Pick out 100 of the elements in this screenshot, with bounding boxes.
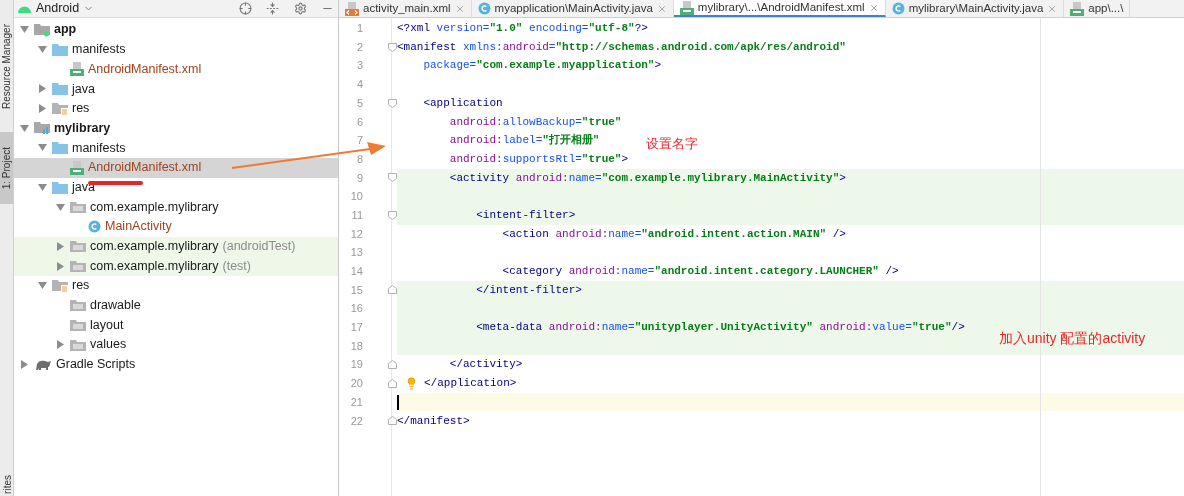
fold-marker-icon[interactable] [388,285,397,295]
tree-item[interactable]: java [14,79,338,99]
line-number: 15 [349,282,363,298]
text-caret [397,394,399,410]
close-icon[interactable] [454,3,465,14]
tree-item[interactable]: layout [14,315,338,335]
code-line: <manifest xmlns:android="http://schemas.android.com/apk/res/android" [397,39,846,55]
code-line: </intent-filter> [475,282,582,298]
fold-marker-icon[interactable] [388,42,397,52]
collapsed-arrow-icon[interactable] [55,340,65,350]
tree-item[interactable]: java [14,177,338,198]
line-number: 18 [349,338,363,354]
module-folder-icon [34,22,50,37]
tree-item[interactable]: AndroidManifest.xml [14,59,338,80]
line-number: 8 [355,151,363,167]
close-icon[interactable] [656,3,667,14]
tree-item[interactable]: values [14,335,338,355]
editor-tab[interactable]: app\...\ [1064,0,1131,17]
code-line: <meta-data android:name="unityplayer.UnityActivity" android:value="true"/> [475,320,965,336]
folder-icon [70,240,86,253]
settings-icon[interactable] [294,2,307,15]
manifest-file-icon [70,160,84,175]
tree-item[interactable]: res [14,98,338,119]
tree-item[interactable]: MainActivity [14,216,338,237]
annotation-text: 设置名字 [646,135,698,153]
line-number: 22 [349,413,363,429]
line-number: 5 [355,95,363,111]
folder-icon [70,299,86,312]
class-icon [891,2,905,15]
side-tab[interactable]: Resource Manager [0,2,13,132]
fold-marker-icon[interactable] [388,378,397,388]
line-number: 20 [349,376,363,392]
code-line: <intent-filter> [475,207,576,223]
view-selector[interactable]: Android [36,0,95,18]
close-icon[interactable] [868,2,879,13]
line-number: 9 [355,170,363,186]
side-tab[interactable]: 1: Project [0,132,13,204]
resource-folder-icon [52,101,68,116]
code-line: <category android:name="android.intent.category.LAUNCHER" /> [501,264,899,280]
line-number: 12 [349,226,363,242]
line-number: 3 [355,58,363,74]
line-number: 6 [355,114,363,130]
line-number: 13 [349,245,363,261]
class-icon [88,220,101,234]
lightbulb-icon[interactable] [405,376,418,390]
fold-marker-icon[interactable] [388,360,397,370]
line-number: 19 [349,357,363,373]
side-tab[interactable]: rites [0,475,13,494]
locate-icon[interactable] [239,2,252,15]
code-line: android:allowBackup="true" [448,114,622,130]
collapsed-arrow-icon[interactable] [19,360,29,370]
editor-tab[interactable]: activity_main.xml [339,0,472,17]
tree-item[interactable]: com.example.mylibrary [14,197,338,217]
line-number: 16 [349,301,363,317]
annotation-text: 加入unity 配置的activity [999,329,1146,348]
tree-item[interactable]: AndroidManifest.xml [14,157,338,178]
folder-icon [52,43,68,57]
code-line: </activity> [448,357,523,373]
fold-marker-icon[interactable] [388,173,397,183]
line-number: 4 [355,77,363,93]
tree-item[interactable]: Gradle Scripts [14,354,338,375]
folder-icon [70,201,86,214]
resource-folder-icon [52,278,68,293]
code-line: <?xml version="1.0" encoding="utf-8"?> [397,21,648,37]
manifest-file-icon [679,0,694,15]
tree-item[interactable]: drawable [14,295,338,316]
code-line: <action android:name="android.intent.action.MAIN" /> [501,226,846,242]
folder-icon [52,141,68,155]
tree-item[interactable]: manifests [14,39,338,60]
line-number: 17 [349,320,363,336]
editor-tab[interactable]: myapplication\MainActivity.java [471,0,674,17]
line-number: 10 [349,189,363,205]
tree-item[interactable]: manifests [14,138,338,158]
fold-marker-icon[interactable] [388,98,397,108]
tree-item[interactable]: com.example.mylibrary (androidTest) [14,236,338,257]
class-icon [477,2,491,15]
library-folder-icon [34,121,50,136]
close-icon[interactable] [1047,3,1058,14]
editor-tab[interactable]: mylibrary\MainActivity.java [885,0,1065,17]
code-line: </manifest> [397,413,470,429]
tree-item[interactable]: app [14,20,338,40]
collapse-icon[interactable] [266,2,279,15]
line-number: 1 [355,21,363,37]
editor-tab[interactable]: mylibrary\...\AndroidManifest.xml [673,0,886,17]
manifest-file-icon [70,62,84,77]
tree-item[interactable]: mylibrary [14,118,338,139]
tree-item[interactable]: res [14,275,338,296]
expanded-arrow-icon[interactable] [37,281,47,291]
code-line: android:label="打开相册" [448,132,600,149]
code-line: <application [422,95,503,111]
line-number: 14 [349,264,363,280]
line-number: 21 [349,394,363,410]
folder-icon [70,338,86,351]
fold-marker-icon[interactable] [388,416,397,426]
line-number: 7 [355,133,363,149]
code-line: </application> [424,376,517,392]
fold-marker-icon[interactable] [388,210,397,220]
tree-item[interactable]: com.example.mylibrary (test) [14,256,338,276]
folder-icon [52,180,68,194]
folder-icon [70,260,86,273]
